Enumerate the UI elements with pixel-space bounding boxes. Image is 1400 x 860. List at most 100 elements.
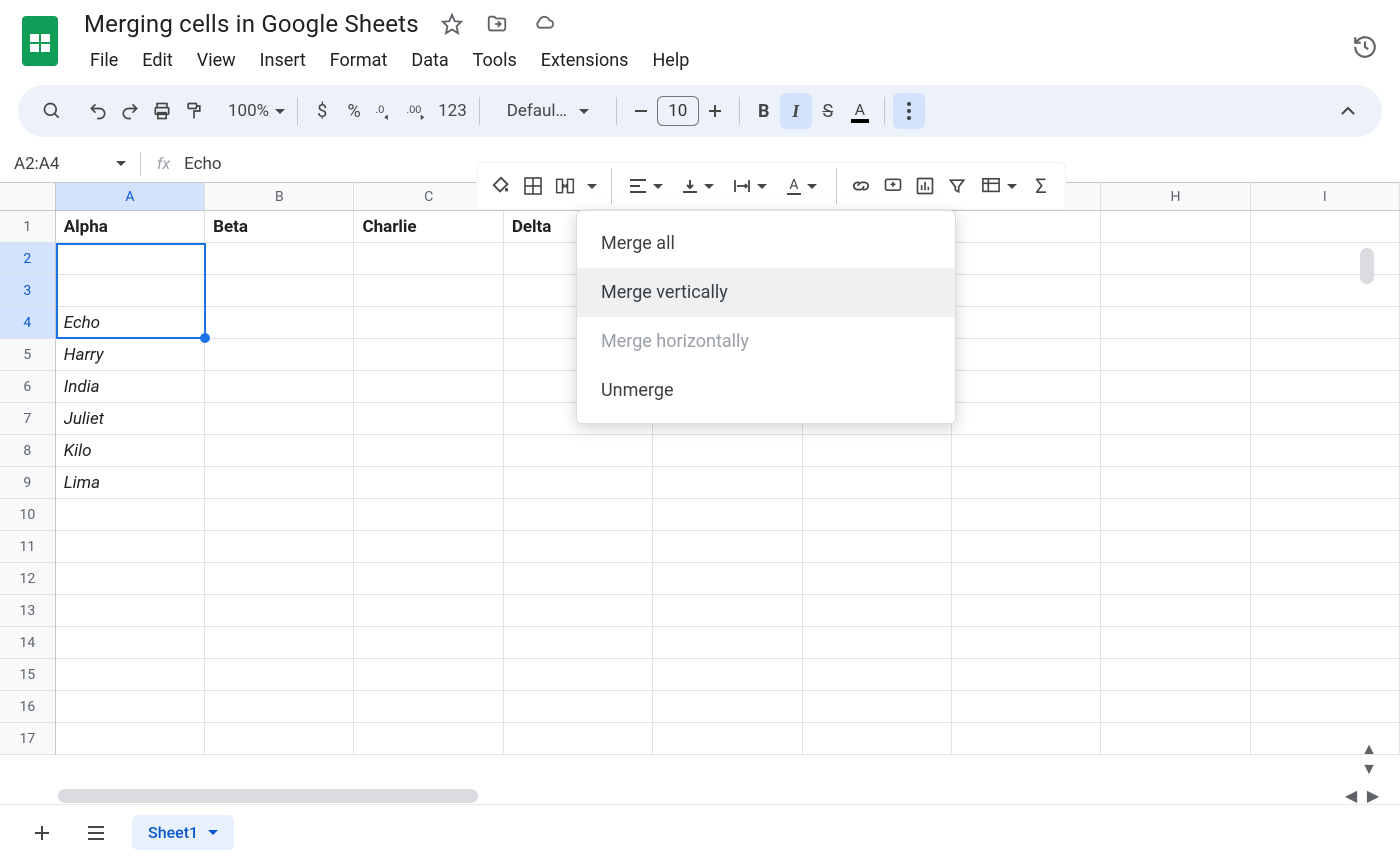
cell[interactable] <box>354 339 503 371</box>
cell[interactable] <box>1251 595 1400 627</box>
sheet-tab-menu-icon[interactable] <box>208 830 218 835</box>
cell[interactable] <box>1101 211 1250 243</box>
cell[interactable] <box>205 659 354 691</box>
cell[interactable] <box>354 307 503 339</box>
row-header[interactable]: 1 <box>0 211 56 243</box>
unmerge-item[interactable]: Unmerge <box>577 366 955 415</box>
cell[interactable] <box>56 723 205 755</box>
more-toolbar-icon[interactable] <box>893 93 925 129</box>
cell[interactable] <box>653 499 802 531</box>
cell[interactable] <box>1101 403 1250 435</box>
menu-edit[interactable]: Edit <box>132 46 182 75</box>
insert-link-icon[interactable] <box>845 168 877 204</box>
row-header[interactable]: 9 <box>0 467 56 499</box>
cell[interactable] <box>56 659 205 691</box>
decrease-font-size-icon[interactable] <box>625 93 657 129</box>
cell[interactable] <box>1251 371 1400 403</box>
column-header[interactable]: H <box>1101 183 1250 210</box>
cell[interactable] <box>803 435 952 467</box>
insert-comment-icon[interactable] <box>877 168 909 204</box>
move-to-folder-icon[interactable] <box>485 13 509 35</box>
cell[interactable]: Harry <box>56 339 205 371</box>
cell[interactable]: Echo <box>56 307 205 339</box>
cell[interactable] <box>56 499 205 531</box>
cell[interactable] <box>1101 531 1250 563</box>
cell[interactable] <box>1251 467 1400 499</box>
cell[interactable] <box>205 595 354 627</box>
cell[interactable]: Charlie <box>354 211 503 243</box>
cell[interactable] <box>504 563 653 595</box>
fill-color-icon[interactable] <box>485 168 517 204</box>
cell[interactable] <box>952 371 1101 403</box>
cell[interactable] <box>205 339 354 371</box>
menu-insert[interactable]: Insert <box>250 46 316 75</box>
name-box[interactable]: A2:A4 <box>0 154 140 174</box>
vertical-align-icon[interactable] <box>672 168 724 204</box>
zoom-select[interactable]: 100% <box>224 93 289 129</box>
cell[interactable] <box>1251 275 1400 307</box>
cell[interactable] <box>952 595 1101 627</box>
menu-file[interactable]: File <box>80 46 128 75</box>
cell[interactable] <box>504 467 653 499</box>
menu-data[interactable]: Data <box>401 46 458 75</box>
menu-help[interactable]: Help <box>642 46 699 75</box>
cell[interactable] <box>653 627 802 659</box>
cell[interactable] <box>1101 339 1250 371</box>
cell[interactable] <box>803 531 952 563</box>
merge-all-item[interactable]: Merge all <box>577 219 955 268</box>
cell[interactable] <box>205 371 354 403</box>
number-format-select[interactable]: 123 <box>434 93 471 129</box>
cell[interactable] <box>1251 499 1400 531</box>
version-history-icon[interactable] <box>1352 34 1378 60</box>
cell[interactable] <box>504 627 653 659</box>
print-icon[interactable] <box>146 93 178 129</box>
cell[interactable] <box>952 723 1101 755</box>
cell[interactable] <box>1101 435 1250 467</box>
row-header[interactable]: 2 <box>0 243 56 275</box>
star-icon[interactable] <box>441 13 463 35</box>
column-header[interactable]: I <box>1251 183 1400 210</box>
scroll-down-icon[interactable]: ▼ <box>1360 760 1378 778</box>
row-header[interactable]: 10 <box>0 499 56 531</box>
cell[interactable] <box>504 435 653 467</box>
menu-view[interactable]: View <box>187 46 246 75</box>
cell[interactable] <box>205 403 354 435</box>
cell[interactable] <box>952 627 1101 659</box>
functions-icon[interactable]: Σ <box>1025 168 1057 204</box>
cell[interactable] <box>504 659 653 691</box>
cell[interactable] <box>205 723 354 755</box>
cell[interactable] <box>952 659 1101 691</box>
cell[interactable] <box>952 403 1101 435</box>
insert-chart-icon[interactable] <box>909 168 941 204</box>
bold-icon[interactable]: B <box>748 93 780 129</box>
cell[interactable] <box>952 467 1101 499</box>
row-header[interactable]: 6 <box>0 371 56 403</box>
cell[interactable] <box>1101 371 1250 403</box>
cell[interactable] <box>952 307 1101 339</box>
cell[interactable] <box>1251 339 1400 371</box>
cell[interactable] <box>653 563 802 595</box>
row-header[interactable]: 16 <box>0 691 56 723</box>
filter-icon[interactable] <box>941 168 973 204</box>
cell[interactable] <box>504 531 653 563</box>
cell[interactable] <box>1101 467 1250 499</box>
cell[interactable] <box>952 435 1101 467</box>
cell[interactable] <box>205 563 354 595</box>
strikethrough-icon[interactable]: S <box>812 93 844 129</box>
table-views-icon[interactable] <box>973 168 1025 204</box>
cell[interactable] <box>205 467 354 499</box>
cell[interactable]: Juliet <box>56 403 205 435</box>
row-header[interactable]: 7 <box>0 403 56 435</box>
increase-decimal-icon[interactable]: .00 <box>402 93 434 129</box>
cell[interactable] <box>354 467 503 499</box>
format-percent-icon[interactable]: % <box>338 93 370 129</box>
formula-input[interactable]: Echo <box>184 154 221 174</box>
cell[interactable] <box>56 531 205 563</box>
row-header[interactable]: 14 <box>0 627 56 659</box>
cell[interactable] <box>1251 243 1400 275</box>
cell[interactable]: Kilo <box>56 435 205 467</box>
text-rotation-icon[interactable]: A <box>776 168 828 204</box>
cell[interactable] <box>653 691 802 723</box>
menu-format[interactable]: Format <box>320 46 398 75</box>
cell[interactable] <box>56 275 205 307</box>
